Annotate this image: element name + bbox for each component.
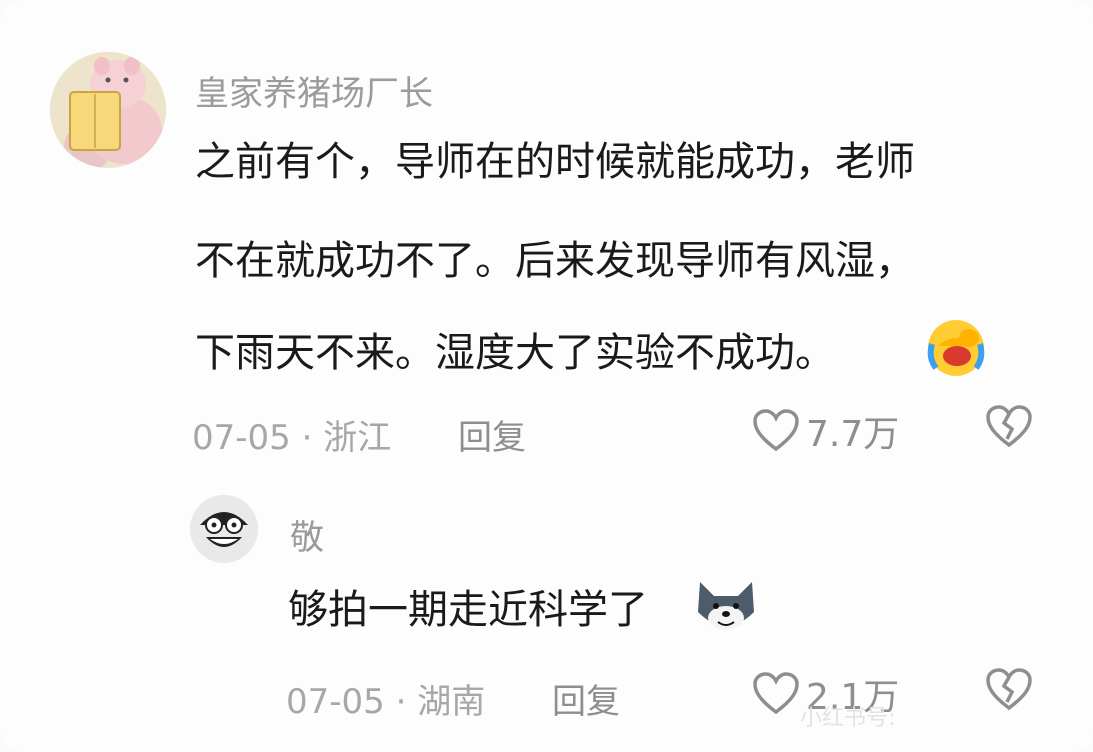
heart-icon xyxy=(753,672,799,715)
broken-heart-icon xyxy=(986,668,1032,711)
user-avatar[interactable] xyxy=(50,52,166,168)
reply-dislike-button[interactable] xyxy=(985,668,1033,716)
broken-heart-icon xyxy=(986,405,1032,448)
cartoon-face-avatar-icon xyxy=(190,495,258,563)
comment-like-button[interactable]: 7.7万 xyxy=(752,405,899,457)
reply-reply-button[interactable]: 回复 xyxy=(552,674,620,723)
comment-text-line-2: 不在就成功不了。后来发现导师有风湿， xyxy=(195,238,915,284)
reply-username[interactable]: 敬 xyxy=(290,510,324,559)
reply-date-location: 07-05 · 湖南 xyxy=(286,682,486,722)
comment-reply-button[interactable]: 回复 xyxy=(458,410,526,459)
reply-text: 够拍一期走近科学了 xyxy=(288,587,648,633)
like-count: 7.7万 xyxy=(806,414,900,455)
reply-user-avatar[interactable] xyxy=(190,495,258,563)
comment-text-line-1: 之前有个，导师在的时候就能成功，老师 xyxy=(195,139,915,185)
pig-avatar-icon xyxy=(50,52,166,168)
heart-icon xyxy=(753,409,799,452)
watermark: 小红书号: xyxy=(800,706,896,731)
comment-panel: 皇家养猪场厂长 之前有个，导师在的时候就能成功，老师 不在就成功不了。后来发现导… xyxy=(0,0,1093,752)
comment-text-line-3: 下雨天不来。湿度大了实验不成功。 xyxy=(195,330,835,376)
comment-date-location: 07-05 · 浙江 xyxy=(192,418,392,458)
dog-face-emoji-icon xyxy=(694,578,758,642)
laughing-crying-emoji-icon xyxy=(924,316,988,384)
comment-dislike-button[interactable] xyxy=(985,405,1033,453)
comment-username[interactable]: 皇家养猪场厂长 xyxy=(195,66,433,115)
